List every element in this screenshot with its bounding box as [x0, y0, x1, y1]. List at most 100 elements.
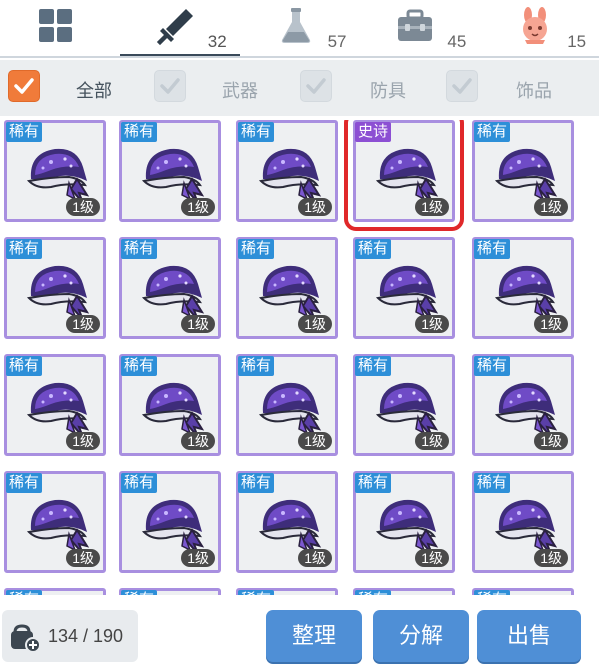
item-slot[interactable]: 稀有 1级	[4, 237, 106, 339]
rarity-badge: 稀有	[238, 590, 275, 595]
tab-materials[interactable]: 45	[359, 0, 479, 58]
item-slot[interactable]: 稀有 1级	[119, 120, 221, 222]
level-badge: 1级	[415, 198, 449, 216]
bandana-icon	[494, 148, 558, 204]
pet-bunny-icon	[523, 7, 548, 44]
rarity-badge: 稀有	[474, 590, 511, 595]
bandana-icon	[494, 382, 558, 438]
level-badge: 1级	[298, 198, 332, 216]
tab-count: 15	[567, 32, 587, 51]
tab-count: 45	[447, 32, 467, 51]
bottom-bar: 134 / 190 整理 分解 出售	[0, 598, 599, 666]
dismantle-button[interactable]: 分解	[373, 610, 469, 662]
checkmark-icon	[452, 78, 472, 94]
rarity-badge: 稀有	[6, 590, 43, 595]
filter-all[interactable]: 全部	[0, 60, 150, 116]
item-slot[interactable]: 稀有	[353, 588, 455, 595]
capacity-count: 134 / 190	[48, 626, 124, 646]
filter-label: 武器	[222, 81, 258, 101]
item-slot[interactable]: 稀有 1级	[236, 471, 338, 573]
item-slot[interactable]: 稀有 1级	[119, 354, 221, 456]
level-badge: 1级	[415, 315, 449, 333]
item-slot[interactable]: 稀有 1级	[353, 471, 455, 573]
item-slot[interactable]: 稀有 1级	[353, 354, 455, 456]
tab-all[interactable]	[0, 0, 120, 58]
filter-bar: 全部 武器 防具 饰品	[0, 60, 599, 116]
bandana-icon	[375, 265, 439, 321]
filter-label: 全部	[76, 81, 112, 101]
sword-icon	[156, 9, 193, 46]
bandana-icon	[258, 382, 322, 438]
item-slot[interactable]: 稀有 1级	[236, 120, 338, 222]
filter-armor[interactable]: 防具	[300, 60, 450, 116]
level-badge: 1级	[534, 432, 568, 450]
item-slot[interactable]: 稀有 1级	[472, 237, 574, 339]
filter-weapons-checkbox[interactable]	[154, 70, 186, 102]
level-badge: 1级	[534, 198, 568, 216]
tab-divider	[0, 56, 599, 58]
level-badge: 1级	[181, 198, 215, 216]
level-badge: 1级	[415, 549, 449, 567]
bandana-icon	[141, 148, 205, 204]
bandana-icon	[26, 265, 90, 321]
bandana-icon	[258, 265, 322, 321]
filter-accessories-checkbox[interactable]	[446, 70, 478, 102]
item-slot[interactable]: 稀有 1级	[4, 354, 106, 456]
sort-button[interactable]: 整理	[266, 610, 362, 662]
level-badge: 1级	[181, 549, 215, 567]
bandana-icon	[258, 148, 322, 204]
bandana-icon	[141, 499, 205, 555]
level-badge: 1级	[66, 198, 100, 216]
level-badge: 1级	[534, 315, 568, 333]
item-slot[interactable]: 稀有	[236, 588, 338, 595]
item-slot[interactable]: 稀有 1级	[236, 354, 338, 456]
filter-label: 饰品	[516, 81, 552, 101]
rarity-badge: 稀有	[355, 590, 392, 595]
level-badge: 1级	[181, 315, 215, 333]
tab-weapons[interactable]: 32	[119, 0, 240, 58]
toolbox-icon	[398, 9, 433, 41]
bandana-icon	[141, 265, 205, 321]
item-slot[interactable]: 稀有 1级	[472, 120, 574, 222]
bandana-icon	[375, 382, 439, 438]
sell-button[interactable]: 出售	[477, 610, 581, 662]
tab-pets[interactable]: 15	[479, 0, 599, 58]
item-grid: 稀有 1级 稀有 1级 稀有 1级 史诗 1级 稀有 1级 稀有 1级 稀有 1级 稀有 1级 稀有 1级 稀有 1级…	[0, 120, 599, 595]
grid-icon	[39, 9, 72, 42]
rarity-badge: 稀有	[121, 590, 158, 595]
item-slot-selected[interactable]: 史诗 1级	[344, 120, 464, 231]
item-slot[interactable]: 稀有 1级	[353, 237, 455, 339]
checkmark-icon	[14, 78, 34, 94]
item-slot[interactable]: 稀有	[4, 588, 106, 595]
tab-count: 57	[327, 32, 347, 51]
level-badge: 1级	[298, 315, 332, 333]
level-badge: 1级	[415, 432, 449, 450]
filter-weapons[interactable]: 武器	[150, 60, 300, 116]
tab-consumables[interactable]: 57	[240, 0, 360, 58]
level-badge: 1级	[66, 315, 100, 333]
item-slot[interactable]: 稀有	[472, 588, 574, 595]
level-badge: 1级	[66, 432, 100, 450]
item-slot[interactable]: 稀有 1级	[236, 237, 338, 339]
filter-accessories[interactable]: 饰品	[446, 60, 599, 116]
item-slot[interactable]: 稀有 1级	[119, 471, 221, 573]
filter-armor-checkbox[interactable]	[300, 70, 332, 102]
bandana-icon	[26, 382, 90, 438]
item-slot[interactable]: 稀有	[119, 588, 221, 595]
item-slot[interactable]: 稀有 1级	[472, 471, 574, 573]
level-badge: 1级	[181, 432, 215, 450]
item-slot[interactable]: 稀有 1级	[119, 237, 221, 339]
item-slot[interactable]: 稀有 1级	[4, 471, 106, 573]
filter-label: 防具	[370, 81, 406, 101]
potion-flask-icon	[281, 8, 310, 43]
bandana-icon	[375, 148, 439, 204]
tab-count: 32	[207, 32, 227, 51]
item-slot[interactable]: 稀有 1级	[472, 354, 574, 456]
item-slot[interactable]: 稀有 1级	[4, 120, 106, 222]
level-badge: 1级	[534, 549, 568, 567]
bandana-icon	[494, 499, 558, 555]
level-badge: 1级	[298, 549, 332, 567]
bandana-icon	[258, 499, 322, 555]
capacity-box[interactable]: 134 / 190	[2, 610, 138, 662]
filter-all-checkbox[interactable]	[8, 70, 40, 102]
